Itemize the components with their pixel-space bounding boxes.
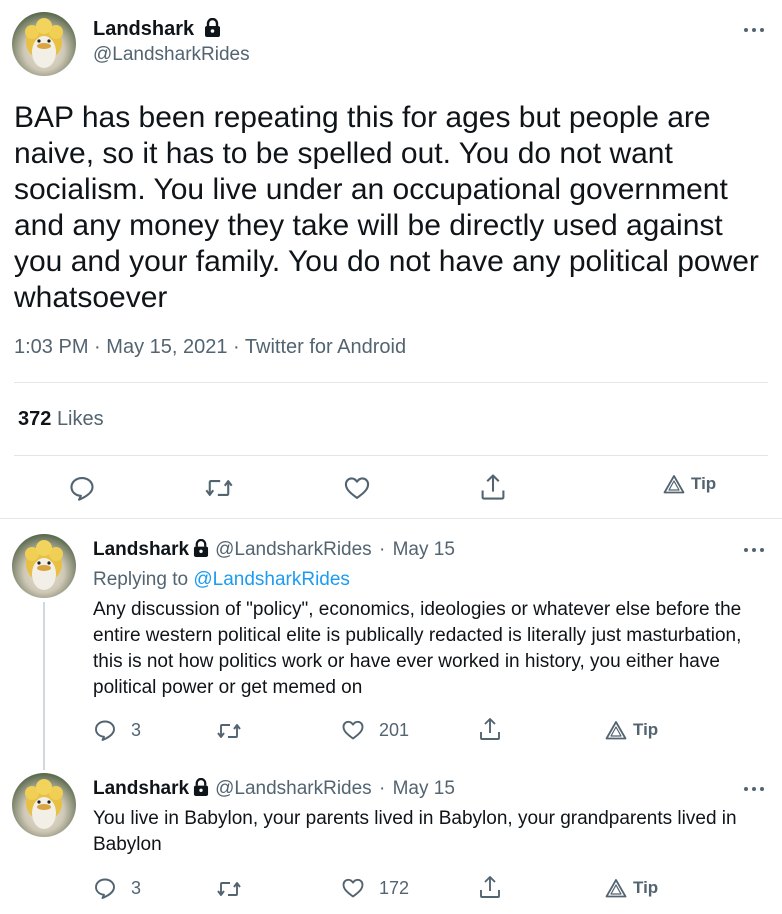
divider bbox=[0, 518, 782, 519]
more-icon[interactable] bbox=[744, 26, 766, 34]
tip-icon bbox=[605, 721, 627, 740]
lock-icon bbox=[194, 778, 209, 796]
separator: · bbox=[94, 336, 101, 358]
replying-to: Replying to @LandsharkRides bbox=[93, 569, 350, 591]
author-name[interactable]: Landshark bbox=[93, 778, 189, 799]
replying-prefix: Replying to bbox=[93, 569, 189, 590]
reply-date[interactable]: May 15 bbox=[393, 539, 455, 560]
like-button[interactable]: 172 bbox=[341, 876, 409, 900]
tip-label: Tip bbox=[633, 720, 659, 739]
tip-icon bbox=[663, 475, 685, 494]
reply-button[interactable]: 3 bbox=[93, 718, 141, 742]
share-icon bbox=[480, 718, 500, 740]
retweet-button[interactable] bbox=[216, 719, 242, 743]
reply-header: Landshark @LandsharkRides · May 15 bbox=[93, 539, 455, 561]
tweet-time[interactable]: 1:03 PM bbox=[14, 336, 88, 358]
tip-label: Tip bbox=[691, 474, 717, 493]
reply-button[interactable]: 3 bbox=[93, 876, 141, 900]
share-icon bbox=[480, 876, 500, 898]
reply-count: 3 bbox=[131, 719, 142, 740]
tweet-date[interactable]: May 15, 2021 bbox=[106, 336, 227, 358]
author-name-text[interactable]: Landshark bbox=[93, 18, 194, 40]
retweet-icon bbox=[217, 882, 241, 896]
tweet-meta: 1:03 PM · May 15, 2021 · Twitter for And… bbox=[14, 336, 406, 359]
more-icon[interactable] bbox=[744, 546, 766, 554]
more-icon[interactable] bbox=[744, 785, 766, 793]
share-button[interactable] bbox=[479, 472, 507, 502]
likes-stat[interactable]: 372 Likes bbox=[18, 408, 104, 431]
author-handle[interactable]: @LandsharkRides bbox=[93, 44, 250, 66]
like-count: 201 bbox=[379, 719, 410, 740]
reply-header: Landshark @LandsharkRides · May 15 bbox=[93, 778, 455, 800]
heart-icon bbox=[342, 878, 364, 898]
author-handle[interactable]: @LandsharkRides bbox=[215, 539, 372, 560]
retweet-button[interactable] bbox=[216, 877, 242, 901]
tip-label: Tip bbox=[633, 878, 659, 897]
reply-icon bbox=[95, 878, 115, 899]
heart-icon bbox=[344, 477, 370, 499]
author-name[interactable]: Landshark bbox=[93, 18, 221, 41]
like-count: 172 bbox=[379, 877, 410, 898]
like-button[interactable] bbox=[343, 474, 371, 502]
avatar[interactable] bbox=[12, 773, 76, 837]
lock-icon bbox=[194, 539, 209, 557]
avatar[interactable] bbox=[12, 534, 76, 598]
tip-button[interactable]: Tip bbox=[605, 878, 658, 898]
avatar[interactable] bbox=[12, 12, 76, 76]
tip-icon bbox=[605, 879, 627, 898]
reply-text: You live in Babylon, your parents lived … bbox=[93, 808, 737, 855]
retweet-button[interactable] bbox=[204, 474, 234, 502]
heart-icon bbox=[342, 720, 364, 740]
retweet-icon bbox=[205, 480, 233, 496]
divider bbox=[14, 382, 768, 383]
tweet-text: BAP has been repeating this for ages but… bbox=[14, 101, 759, 314]
reply-count: 3 bbox=[131, 877, 142, 898]
reply-icon bbox=[70, 477, 94, 501]
tip-button[interactable]: Tip bbox=[605, 720, 658, 740]
share-icon bbox=[481, 474, 505, 500]
replying-handle-link[interactable]: @LandsharkRides bbox=[193, 569, 350, 590]
separator: · bbox=[378, 778, 386, 799]
reply-icon bbox=[95, 720, 115, 741]
retweet-icon bbox=[217, 724, 241, 738]
likes-label: Likes bbox=[56, 408, 104, 430]
like-button[interactable]: 201 bbox=[341, 718, 409, 742]
likes-count: 372 bbox=[18, 408, 52, 430]
tip-button[interactable]: Tip bbox=[663, 474, 716, 494]
lock-icon bbox=[204, 18, 220, 37]
reply-button[interactable] bbox=[68, 474, 96, 502]
share-button[interactable] bbox=[478, 874, 502, 900]
separator: · bbox=[378, 539, 386, 560]
reply-date[interactable]: May 15 bbox=[393, 778, 455, 799]
author-name[interactable]: Landshark bbox=[93, 539, 189, 560]
author-handle[interactable]: @LandsharkRides bbox=[215, 778, 372, 799]
reply-text: Any discussion of "policy", economics, i… bbox=[93, 599, 742, 698]
thread-line bbox=[43, 602, 45, 770]
tweet-source[interactable]: Twitter for Android bbox=[245, 336, 406, 358]
separator: · bbox=[233, 336, 240, 358]
share-button[interactable] bbox=[478, 716, 502, 742]
divider bbox=[14, 455, 768, 456]
